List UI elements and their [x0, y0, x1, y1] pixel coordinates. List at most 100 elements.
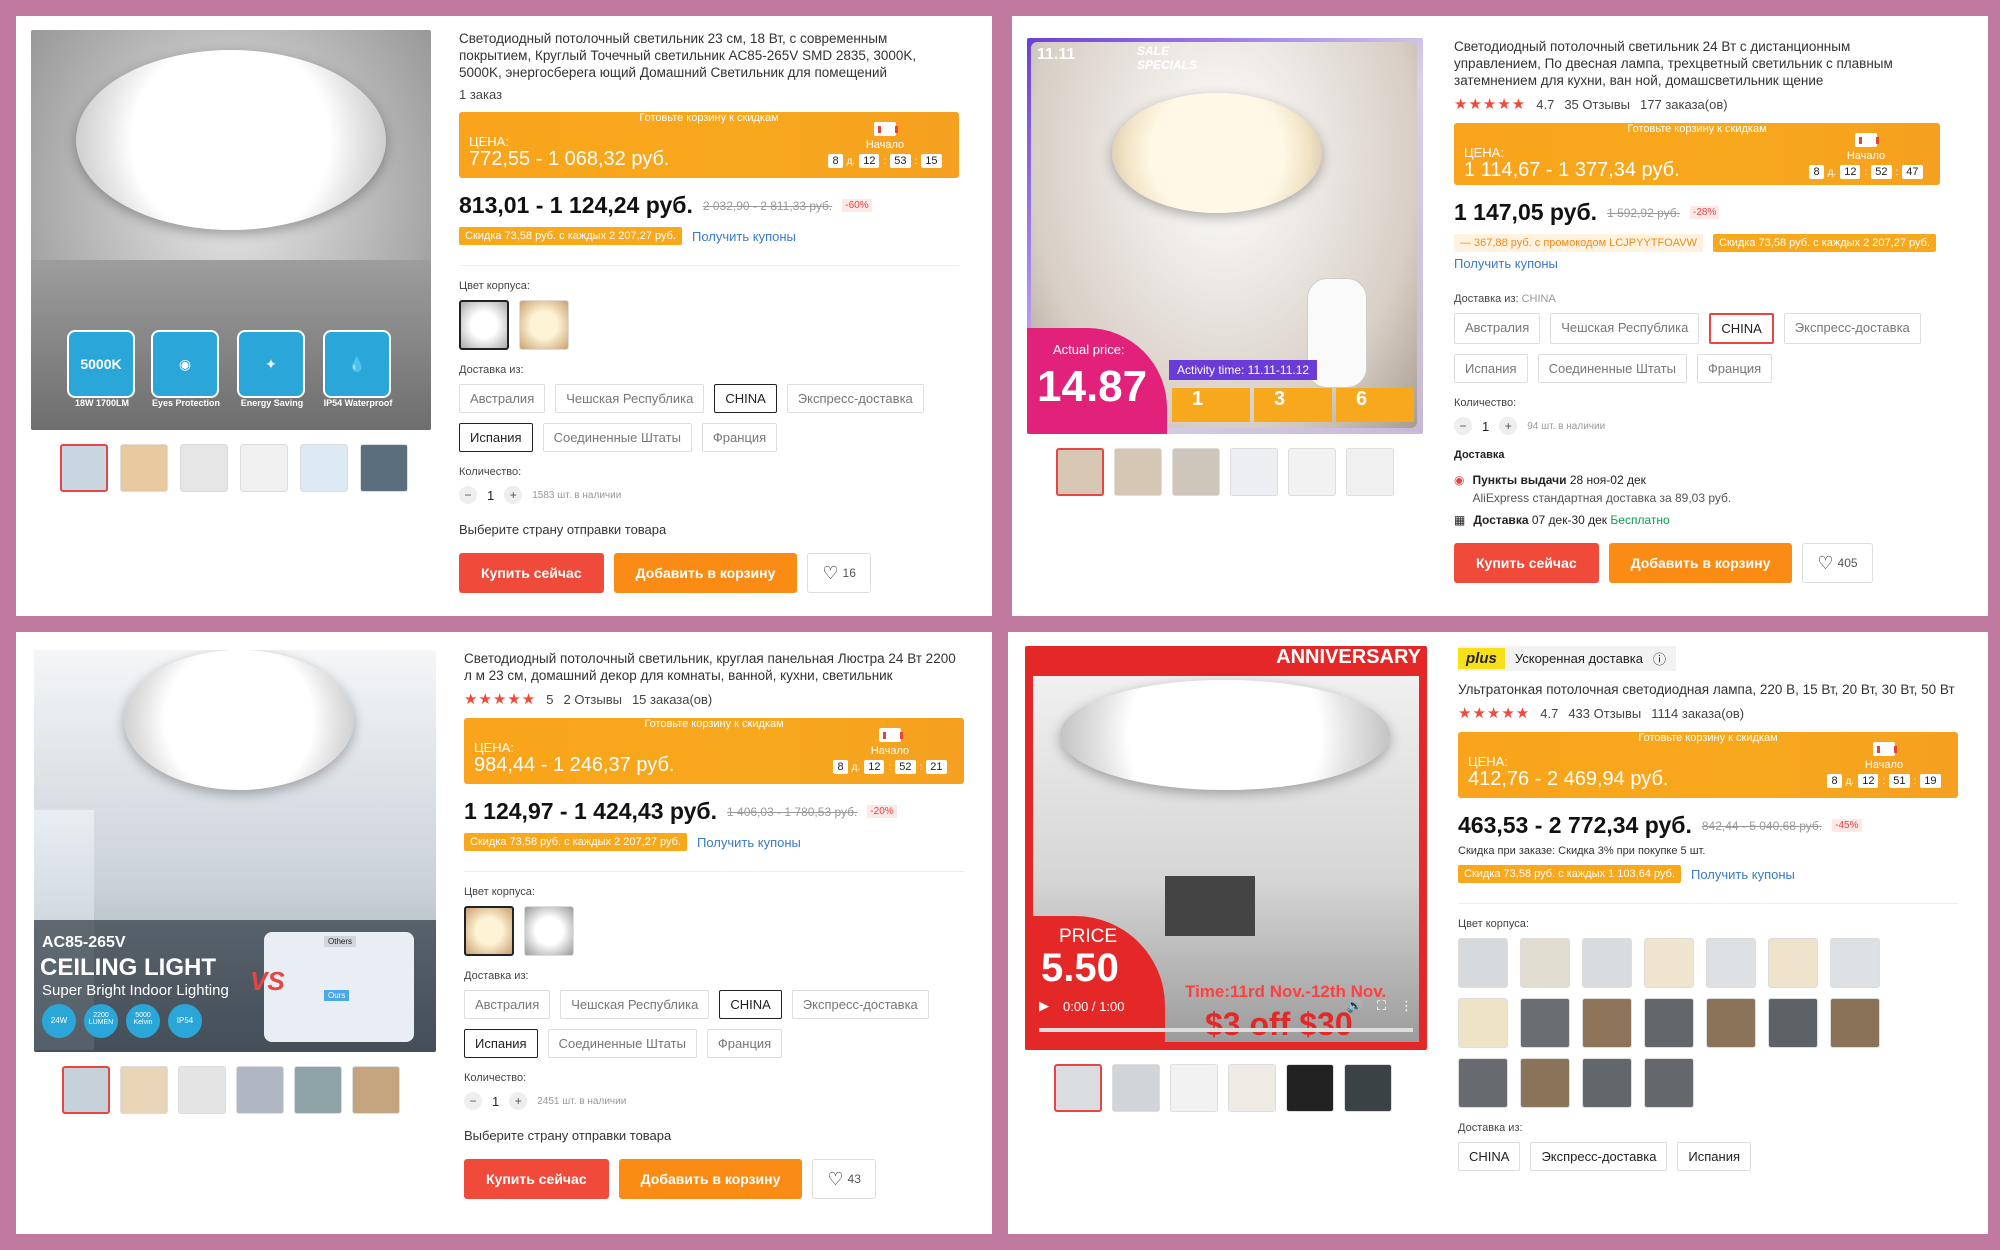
color-swatch[interactable] [1520, 938, 1570, 988]
country-option[interactable]: Чешская Республика [560, 990, 710, 1019]
fullscreen-icon[interactable]: ⛶ [1377, 998, 1386, 1014]
color-swatch[interactable] [1458, 938, 1508, 988]
country-option[interactable]: Испания [459, 423, 533, 452]
reviews-count[interactable]: 35 Отзывы [1564, 97, 1630, 112]
color-swatch[interactable] [1458, 1058, 1508, 1108]
color-swatch[interactable] [1582, 1058, 1632, 1108]
thumbnail[interactable] [360, 444, 408, 492]
minus-icon[interactable]: − [464, 1092, 482, 1110]
thumbnail[interactable] [1056, 448, 1104, 496]
thumbnail[interactable] [1172, 448, 1220, 496]
color-swatch[interactable] [459, 300, 509, 350]
color-swatch[interactable] [1520, 998, 1570, 1048]
get-coupons-link[interactable]: Получить купоны [692, 229, 796, 244]
thumbnail[interactable] [60, 444, 108, 492]
order-discount[interactable]: Скидка при заказе: Скидка 3% при покупке… [1458, 845, 1958, 857]
country-option[interactable]: Франция [1696, 354, 1773, 383]
get-coupons-link[interactable]: Получить купоны [1454, 256, 1940, 271]
color-swatch[interactable] [1768, 938, 1818, 988]
wishlist-button[interactable]: ♡ 16 [807, 553, 871, 593]
country-option[interactable]: Соединенные Штаты [542, 423, 692, 452]
add-to-cart-button[interactable]: Добавить в корзину [1608, 543, 1793, 583]
color-swatch[interactable] [1458, 998, 1508, 1048]
color-swatch[interactable] [1582, 938, 1632, 988]
country-option[interactable]: Австралия [464, 990, 551, 1019]
thumbnail[interactable] [1170, 1064, 1218, 1112]
thumbnail[interactable] [1344, 1064, 1392, 1112]
country-option[interactable]: Австралия [459, 384, 546, 413]
color-swatch[interactable] [1768, 998, 1818, 1048]
color-swatch[interactable] [524, 906, 574, 956]
color-swatch[interactable] [1644, 998, 1694, 1048]
quantity-value[interactable]: 1 [487, 488, 494, 503]
quantity-value[interactable]: 1 [1482, 419, 1489, 434]
minus-icon[interactable]: − [1454, 417, 1472, 435]
country-option[interactable]: CHINA [714, 384, 777, 413]
thumbnail[interactable] [178, 1066, 226, 1114]
thumbnail[interactable] [1054, 1064, 1102, 1112]
country-option[interactable]: Франция [701, 423, 778, 452]
video-progress[interactable] [1039, 1028, 1413, 1032]
rating-value[interactable]: 5 [546, 692, 553, 707]
buy-now-button[interactable]: Купить сейчас [459, 553, 604, 593]
reviews-count[interactable]: 2 Отзывы [563, 692, 621, 707]
thumbnail[interactable] [1230, 448, 1278, 496]
country-option[interactable]: Чешская Республика [555, 384, 705, 413]
color-swatch[interactable] [519, 300, 569, 350]
color-swatch[interactable] [1706, 938, 1756, 988]
thumbnail[interactable] [1112, 1064, 1160, 1112]
add-to-cart-button[interactable]: Добавить в корзину [613, 553, 798, 593]
wishlist-button[interactable]: ♡ 405 [1802, 543, 1873, 583]
country-option[interactable]: Экспресс-доставка [1530, 1142, 1668, 1171]
color-swatch[interactable] [1706, 998, 1756, 1048]
thumbnail[interactable] [1114, 448, 1162, 496]
country-option[interactable]: Экспресс-доставка [1783, 313, 1921, 344]
promo-code-tag[interactable]: — 367,88 руб. с промокодом LCJPYYTFOAVW [1454, 234, 1703, 252]
play-icon[interactable]: ▶ [1039, 998, 1049, 1014]
product-main-image[interactable]: 5000K 18W 1700LM ◉ Eyes Protection ✦ Energy… [31, 30, 431, 430]
thumbnail[interactable] [62, 1066, 110, 1114]
country-option[interactable]: Экспресс-доставка [786, 384, 924, 413]
thumbnail[interactable] [236, 1066, 284, 1114]
thumbnail[interactable] [240, 444, 288, 492]
country-option[interactable]: CHINA [1709, 313, 1774, 344]
country-option[interactable]: Чешская Республика [1550, 313, 1700, 344]
thumbnail[interactable] [294, 1066, 342, 1114]
country-option[interactable]: Австралия [1454, 313, 1541, 344]
color-swatch[interactable] [1830, 938, 1880, 988]
color-swatch[interactable] [1644, 938, 1694, 988]
country-option[interactable]: Соединенные Штаты [547, 1029, 697, 1058]
plus-icon[interactable]: + [504, 486, 523, 504]
thumbnail[interactable] [300, 444, 348, 492]
product-main-image[interactable]: 11.11 SALE SPECIALS Actual price: 14.87 … [1027, 38, 1423, 434]
wishlist-button[interactable]: ♡ 43 [812, 1159, 876, 1199]
get-coupons-link[interactable]: Получить купоны [1691, 867, 1795, 882]
minus-icon[interactable]: − [459, 486, 477, 504]
color-swatch[interactable] [464, 906, 514, 956]
product-main-image[interactable]: AC85-265V CEILING LIGHT Super Bright Ind… [34, 650, 436, 1052]
color-swatch[interactable] [1582, 998, 1632, 1048]
color-swatch[interactable] [1520, 1058, 1570, 1108]
thumbnail[interactable] [180, 444, 228, 492]
volume-icon[interactable]: 🔊 [1347, 998, 1363, 1014]
buy-now-button[interactable]: Купить сейчас [1454, 543, 1599, 583]
country-option[interactable]: CHINA [1458, 1142, 1521, 1171]
more-icon[interactable]: ⋮ [1400, 998, 1413, 1014]
thumbnail[interactable] [1228, 1064, 1276, 1112]
get-coupons-link[interactable]: Получить купоны [697, 835, 801, 850]
country-option[interactable]: Экспресс-доставка [791, 990, 929, 1019]
plus-icon[interactable]: + [1499, 417, 1518, 435]
rating-value[interactable]: 4.7 [1540, 706, 1558, 721]
thumbnail[interactable] [1288, 448, 1336, 496]
thumbnail[interactable] [120, 1066, 168, 1114]
pickup-option[interactable]: ◉ Пункты выдачи 28 ноя-02 дек AliExpress с… [1454, 473, 1940, 505]
quantity-value[interactable]: 1 [492, 1094, 499, 1109]
thumbnail[interactable] [352, 1066, 400, 1114]
add-to-cart-button[interactable]: Добавить в корзину [618, 1159, 803, 1199]
reviews-count[interactable]: 433 Отзывы [1568, 706, 1641, 721]
color-swatch[interactable] [1644, 1058, 1694, 1108]
rating-value[interactable]: 4.7 [1536, 97, 1554, 112]
thumbnail[interactable] [1346, 448, 1394, 496]
plus-badge[interactable]: plus Ускоренная доставка ⓘ [1458, 646, 1676, 671]
buy-now-button[interactable]: Купить сейчас [464, 1159, 609, 1199]
